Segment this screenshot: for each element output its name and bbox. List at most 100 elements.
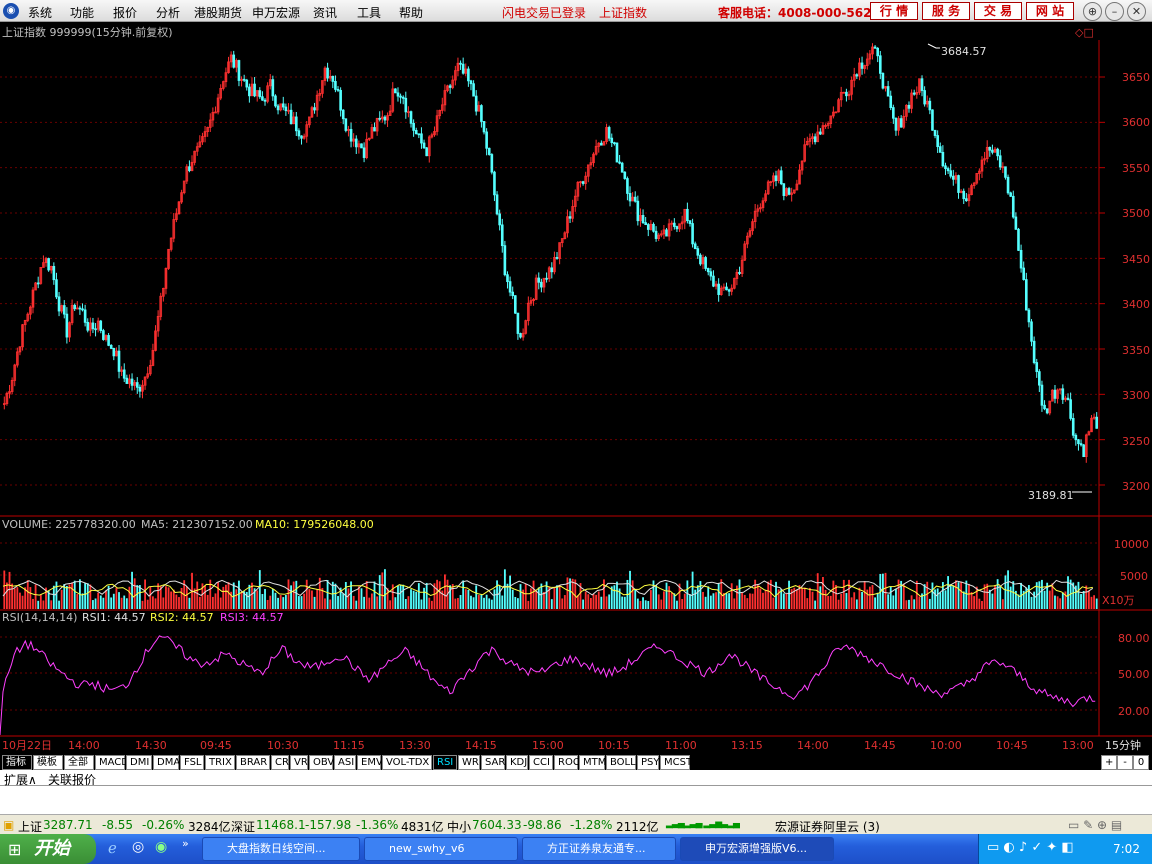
task-button[interactable]: 方正证券泉友通专... bbox=[522, 837, 676, 861]
menu-item-info[interactable]: 资讯 bbox=[313, 4, 337, 21]
task-label: 申万宏源增强版V6... bbox=[705, 842, 808, 855]
volume-bar bbox=[874, 597, 877, 609]
ie-icon[interactable]: ℯ bbox=[108, 839, 117, 857]
indicator-tab-obv[interactable]: OBV bbox=[309, 755, 334, 770]
volume-bar bbox=[1030, 596, 1033, 609]
start-label: 开始 bbox=[34, 838, 70, 859]
website-button[interactable]: 网 站 bbox=[1026, 2, 1074, 20]
tray-icons[interactable]: ▭ ◐ ♪ ✓ ✦ ◧ bbox=[987, 840, 1074, 855]
volume-bar bbox=[707, 586, 710, 609]
zoom-out-button[interactable]: - bbox=[1117, 755, 1133, 770]
indicator-tab-mcst[interactable]: MCST bbox=[660, 755, 692, 770]
candle-body bbox=[334, 81, 337, 90]
volume-bar bbox=[871, 584, 874, 609]
sz-name[interactable]: 深证 bbox=[231, 818, 255, 835]
trade-button[interactable]: 交 易 bbox=[974, 2, 1022, 20]
indicator-tab-sar[interactable]: SAR bbox=[481, 755, 505, 770]
candle-body bbox=[881, 72, 885, 89]
volume-bar bbox=[957, 582, 960, 609]
volume-ma5: MA5: 212307152.00 bbox=[141, 518, 253, 531]
menu-item-analysis[interactable]: 分析 bbox=[156, 4, 180, 21]
candle-body bbox=[550, 267, 554, 273]
zx-name[interactable]: 中小 bbox=[447, 818, 471, 835]
indicator-tab-psy[interactable]: PSY bbox=[637, 755, 660, 770]
task-button-active[interactable]: 申万宏源增强版V6... bbox=[680, 837, 834, 861]
indicator-tab-asi[interactable]: ASI bbox=[334, 755, 356, 770]
candle-body bbox=[112, 348, 116, 357]
quicklaunch-expand-icon[interactable]: » bbox=[182, 837, 189, 850]
indicator-tab-mtm[interactable]: MTM bbox=[579, 755, 606, 770]
indicator-tab-vol-tdx[interactable]: VOL-TDX bbox=[382, 755, 432, 770]
indicator-tab-dma[interactable]: DMA bbox=[153, 755, 180, 770]
volume-bar bbox=[764, 590, 767, 609]
volume-bar bbox=[811, 591, 814, 609]
candle-body bbox=[996, 148, 999, 157]
volume-bar bbox=[910, 595, 913, 609]
chart-option-icon[interactable]: ◇□ bbox=[1075, 26, 1094, 39]
system-tray: ▭ ◐ ♪ ✓ ✦ ◧ 7:02 bbox=[978, 834, 1152, 864]
indicator-tab-vr[interactable]: VR bbox=[290, 755, 308, 770]
volume-bar bbox=[384, 569, 386, 609]
restore-icon[interactable]: ⊕ bbox=[1083, 2, 1102, 21]
period-selector[interactable]: 15分钟 bbox=[1105, 738, 1141, 752]
candle-body bbox=[284, 106, 288, 112]
volume-bar bbox=[290, 585, 293, 609]
indicator-tab-全部[interactable]: 全部 bbox=[64, 755, 94, 770]
indicator-tab-roc[interactable]: ROC bbox=[554, 755, 580, 770]
indicator-tab-模板[interactable]: 模板 bbox=[33, 755, 63, 770]
menu-item-hk-futures[interactable]: 港股期货 bbox=[194, 4, 242, 21]
reset-button[interactable]: 0 bbox=[1133, 755, 1149, 770]
minimize-icon[interactable]: – bbox=[1105, 2, 1124, 21]
indicator-tab-trix[interactable]: TRIX bbox=[205, 755, 235, 770]
service-button[interactable]: 服 务 bbox=[922, 2, 970, 20]
volume-bar bbox=[1007, 570, 1009, 609]
login-status[interactable]: 闪电交易已登录 bbox=[502, 4, 586, 21]
volume-bar bbox=[115, 587, 118, 609]
candle-body bbox=[673, 222, 676, 227]
indicator-tab-macd[interactable]: MACD bbox=[95, 755, 129, 770]
zoom-in-button[interactable]: + bbox=[1101, 755, 1117, 770]
volume-bar bbox=[326, 580, 329, 609]
indicator-tab-cr[interactable]: CR bbox=[271, 755, 289, 770]
server-name[interactable]: 宏源证券阿里云 (3) bbox=[775, 818, 880, 835]
indicator-tab-cci[interactable]: CCI bbox=[529, 755, 553, 770]
kline-chart[interactable]: 上证指数 999999(15分钟.前复权) ◇□ 3684.57 3189.81… bbox=[0, 22, 1152, 754]
volume-bar bbox=[407, 596, 410, 609]
volume-bar bbox=[644, 600, 647, 609]
indicator-tab-dmi[interactable]: DMI bbox=[126, 755, 152, 770]
candle-body bbox=[409, 111, 413, 124]
indicator-tab-rsi[interactable]: RSI bbox=[433, 755, 457, 770]
indicator-tab-wr[interactable]: WR bbox=[458, 755, 480, 770]
menu-item-help[interactable]: 帮助 bbox=[399, 4, 423, 21]
quote-button[interactable]: 行 情 bbox=[870, 2, 918, 20]
indicator-tab-fsl[interactable]: FSL bbox=[180, 755, 204, 770]
volume-bar bbox=[683, 593, 686, 609]
quicklaunch-icon[interactable]: ◎ bbox=[132, 839, 144, 855]
menu-item-tools[interactable]: 工具 bbox=[357, 4, 381, 21]
indicator-tab-boll[interactable]: BOLL bbox=[606, 755, 636, 770]
volume-bar bbox=[556, 585, 558, 609]
menu-item-function[interactable]: 功能 bbox=[70, 4, 94, 21]
task-button[interactable]: new_swhy_v6 bbox=[364, 837, 518, 861]
menu-item-system[interactable]: 系统 bbox=[28, 4, 52, 21]
time-label: 14:30 bbox=[135, 739, 167, 752]
menu-item-swhy[interactable]: 申万宏源 bbox=[252, 4, 300, 21]
sh-name[interactable]: 上证 bbox=[18, 818, 42, 835]
candle-body bbox=[725, 286, 728, 291]
candle-body bbox=[271, 79, 275, 97]
indicator-tab-brar[interactable]: BRAR bbox=[236, 755, 270, 770]
candle-body bbox=[1011, 195, 1015, 218]
indicator-tab-kdj[interactable]: KDJ bbox=[506, 755, 528, 770]
volume-bar bbox=[759, 588, 762, 609]
index-link[interactable]: 上证指数 bbox=[599, 4, 647, 21]
volume-bar bbox=[704, 596, 707, 609]
menu-item-quote[interactable]: 报价 bbox=[113, 4, 137, 21]
indicator-tab-指标[interactable]: 指标 bbox=[2, 755, 32, 770]
clock: 7:02 bbox=[1113, 842, 1140, 856]
status-tray-icons[interactable]: ▭ ✎ ⊕ ▤ bbox=[1068, 818, 1122, 832]
close-icon[interactable]: ✕ bbox=[1127, 2, 1146, 21]
volume-bar bbox=[198, 596, 201, 609]
indicator-tab-emv[interactable]: EMV bbox=[357, 755, 383, 770]
task-button[interactable]: 大盘指数日线空间... bbox=[202, 837, 360, 861]
quicklaunch-icon[interactable]: ◉ bbox=[155, 839, 167, 855]
